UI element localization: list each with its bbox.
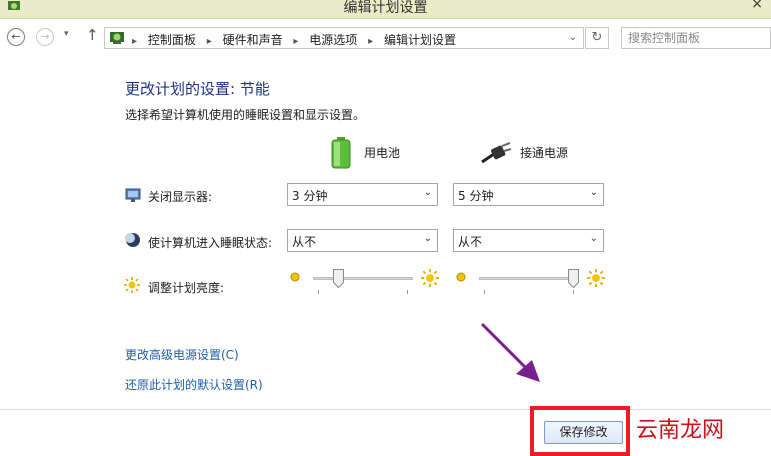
display-off-plugged-select[interactable]: 5 分钟 ⌄ — [453, 183, 604, 206]
watermark-text: 云南龙网 — [636, 418, 725, 443]
breadcrumb-edit-plan-settings[interactable]: 编辑计划设置 — [384, 33, 456, 47]
advanced-power-settings-link[interactable]: 更改高级电源设置(C) — [125, 346, 239, 363]
refresh-icon[interactable]: ↻ — [585, 27, 609, 49]
brightness-label: 调整计划亮度: — [148, 281, 225, 295]
navigation-bar: ← → ▾ ↑ ▸ 控制面板 ▸ 硬件和声音 ▸ 电源选项 ▸ 编辑计划设置 ⌄… — [0, 22, 771, 54]
slider-track[interactable] — [479, 277, 579, 280]
highlight-box — [530, 406, 630, 456]
forward-icon[interactable]: → — [36, 28, 54, 46]
sleep-battery-value: 从不 — [292, 235, 317, 249]
restore-default-settings-link[interactable]: 还原此计划的默认设置(R) — [125, 376, 263, 393]
dim-brightness-icon — [290, 272, 300, 282]
back-icon[interactable]: ← — [7, 28, 25, 46]
breadcrumb-power-options[interactable]: 电源选项 — [309, 33, 357, 47]
breadcrumb-separator[interactable]: ▸ — [132, 36, 137, 47]
breadcrumb-hardware-and-sound[interactable]: 硬件和声音 — [223, 33, 283, 47]
page-subtitle: 选择希望计算机使用的睡眠设置和显示设置。 — [125, 108, 366, 122]
display-off-battery-value: 3 分钟 — [292, 189, 328, 203]
sleep-moon-icon — [125, 233, 140, 247]
brightness-sun-icon — [124, 277, 140, 293]
slider-tick — [573, 290, 574, 294]
monitor-icon — [125, 188, 141, 202]
slider-tick — [318, 290, 319, 294]
sleep-battery-select[interactable]: 从不 ⌄ — [287, 229, 438, 252]
sleep-label: 使计算机进入睡眠状态: — [148, 236, 273, 250]
display-off-plugged-value: 5 分钟 — [458, 189, 494, 203]
column-header-battery: 用电池 — [330, 137, 450, 171]
chevron-down-icon: ⌄ — [423, 187, 432, 198]
title-bar: 编辑计划设置 × — [0, 0, 771, 19]
up-one-level-icon[interactable]: ↑ — [86, 26, 99, 44]
slider-thumb[interactable] — [568, 269, 579, 288]
battery-icon — [331, 137, 351, 169]
brightness-battery-slider[interactable] — [313, 269, 413, 299]
watermark: 云南龙网 — [636, 410, 746, 446]
breadcrumb-separator[interactable]: ▸ — [368, 36, 373, 47]
sleep-plugged-value: 从不 — [458, 235, 483, 249]
plugged-in-column-label: 接通电源 — [520, 146, 569, 160]
bright-brightness-icon — [587, 269, 605, 287]
window-title: 编辑计划设置 — [343, 0, 428, 16]
search-input[interactable] — [621, 27, 771, 49]
slider-track[interactable] — [313, 277, 413, 280]
brightness-plugged-slider[interactable] — [479, 269, 579, 299]
recent-locations-dropdown-icon[interactable]: ▾ — [64, 29, 69, 39]
breadcrumb-control-panel[interactable]: 控制面板 — [148, 33, 196, 47]
chevron-down-icon: ⌄ — [589, 233, 598, 244]
address-dropdown-icon[interactable]: ⌄ — [569, 32, 577, 43]
slider-thumb[interactable] — [333, 269, 344, 288]
chevron-down-icon: ⌄ — [423, 233, 432, 244]
page-title: 更改计划的设置: 节能 — [125, 80, 270, 98]
dim-brightness-icon — [456, 272, 466, 282]
column-header-plugged-in: 接通电源 — [480, 137, 620, 171]
slider-tick — [407, 290, 408, 294]
breadcrumb-separator[interactable]: ▸ — [293, 36, 298, 47]
annotation-arrow — [480, 322, 540, 382]
power-plug-icon — [481, 142, 512, 164]
breadcrumb-separator[interactable]: ▸ — [207, 36, 212, 47]
battery-column-label: 用电池 — [364, 146, 401, 160]
close-icon[interactable]: × — [751, 0, 763, 12]
display-off-battery-select[interactable]: 3 分钟 ⌄ — [287, 183, 438, 206]
bright-brightness-icon — [421, 269, 439, 287]
chevron-down-icon: ⌄ — [589, 187, 598, 198]
slider-tick — [484, 290, 485, 294]
turn-off-display-label: 关闭显示器: — [148, 190, 213, 204]
address-bar[interactable]: ▸ 控制面板 ▸ 硬件和声音 ▸ 电源选项 ▸ 编辑计划设置 ⌄ — [104, 27, 584, 49]
control-panel-icon — [110, 32, 124, 44]
breadcrumb: ▸ 控制面板 ▸ 硬件和声音 ▸ 电源选项 ▸ 编辑计划设置 — [132, 31, 456, 48]
sleep-plugged-select[interactable]: 从不 ⌄ — [453, 229, 604, 252]
